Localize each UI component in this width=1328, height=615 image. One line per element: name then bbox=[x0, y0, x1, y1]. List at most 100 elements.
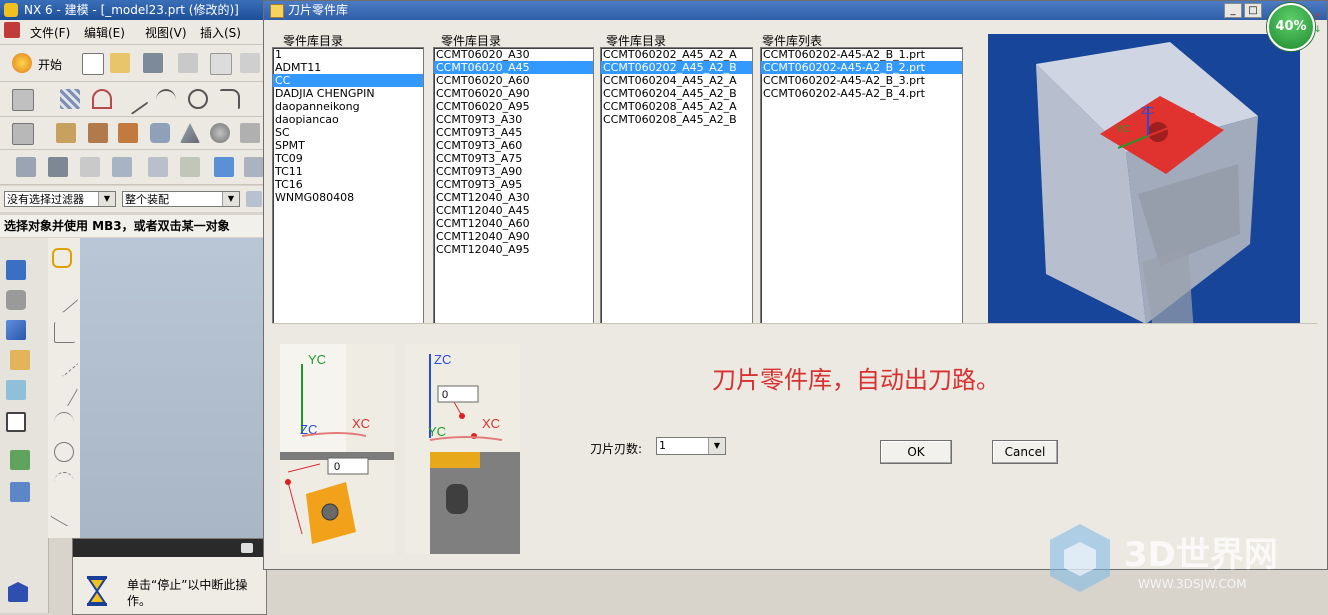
start-button[interactable]: 开始 bbox=[38, 56, 62, 73]
history-icon[interactable] bbox=[8, 582, 28, 602]
datum-icon[interactable] bbox=[12, 123, 34, 145]
tangent-line-icon[interactable] bbox=[49, 378, 79, 407]
offset-line-icon[interactable] bbox=[49, 348, 79, 377]
new-icon[interactable] bbox=[82, 53, 104, 75]
list-item[interactable]: CCMT09T3_A75 bbox=[434, 152, 593, 165]
copy-icon[interactable] bbox=[210, 53, 232, 75]
spline-tool-icon[interactable] bbox=[50, 498, 78, 527]
list-item[interactable]: CCMT06020_A90 bbox=[434, 87, 593, 100]
menu-file[interactable]: 文件(F) bbox=[30, 24, 70, 41]
shaded-icon[interactable] bbox=[6, 320, 26, 340]
move-feature-icon[interactable] bbox=[112, 157, 132, 177]
edge-count-select[interactable]: 1 ▼ bbox=[656, 437, 726, 455]
insert-grade-list[interactable]: CCMT060202_A45_A2_A CCMT060202_A45_A2_B CC… bbox=[600, 47, 753, 325]
list-item[interactable]: CCMT12040_A30 bbox=[434, 191, 593, 204]
line-icon[interactable] bbox=[119, 85, 149, 115]
arc-tool-icon[interactable] bbox=[54, 412, 74, 433]
list-item[interactable]: CCMT12040_A45 bbox=[434, 204, 593, 217]
select-all-icon[interactable] bbox=[246, 191, 262, 207]
list-item[interactable]: ADMT11 bbox=[273, 61, 423, 74]
cut-icon[interactable] bbox=[178, 53, 198, 73]
app-menu-icon[interactable] bbox=[4, 22, 20, 38]
edit-feature-icon[interactable] bbox=[16, 157, 36, 177]
list-item[interactable]: daopiancao bbox=[273, 113, 423, 126]
assembly-nav-icon[interactable] bbox=[10, 482, 30, 502]
minimize-button[interactable]: _ bbox=[1224, 3, 1242, 18]
layer-icon[interactable] bbox=[10, 350, 30, 370]
list-item[interactable]: WNMG080408 bbox=[273, 191, 423, 204]
list-item[interactable]: CCMT12040_A90 bbox=[434, 230, 593, 243]
revolve-icon[interactable] bbox=[88, 123, 108, 143]
list-item[interactable]: CCMT060204_A45_A2_B bbox=[601, 87, 752, 100]
type-filter-select[interactable]: 没有选择过滤器 ▼ bbox=[4, 191, 116, 207]
wcs-icon[interactable] bbox=[6, 380, 26, 400]
list-item[interactable]: CCMT09T3_A30 bbox=[434, 113, 593, 126]
dialog-titlebar[interactable]: 刀片零件库 _ □ bbox=[264, 1, 1327, 20]
chain-icon[interactable] bbox=[52, 248, 72, 268]
menu-insert[interactable]: 插入(S) bbox=[200, 24, 241, 41]
list-item[interactable]: 1 bbox=[273, 48, 423, 61]
spline-icon[interactable] bbox=[92, 89, 112, 109]
suppress-icon[interactable] bbox=[244, 157, 264, 177]
edit-param-icon[interactable] bbox=[48, 157, 68, 177]
library-directory-list[interactable]: 1 ADMT11 CC DADJIA CHENGPIN daopanneikong dao… bbox=[272, 47, 424, 325]
menu-view[interactable]: 视图(V) bbox=[145, 24, 187, 41]
cylinder-icon[interactable] bbox=[150, 123, 170, 143]
list-item[interactable]: CCMT060202_A45_A2_B bbox=[601, 61, 752, 74]
list-item[interactable]: SPMT bbox=[273, 139, 423, 152]
sketch-icon[interactable] bbox=[12, 89, 34, 111]
menu-edit[interactable]: 编辑(E) bbox=[84, 24, 125, 41]
list-item[interactable]: CCMT09T3_A90 bbox=[434, 165, 593, 178]
list-item[interactable]: CCMT060204_A45_A2_A bbox=[601, 74, 752, 87]
arc-icon[interactable] bbox=[156, 89, 176, 111]
list-item[interactable]: TC11 bbox=[273, 165, 423, 178]
save-icon[interactable] bbox=[143, 53, 163, 73]
list-item[interactable]: CCMT09T3_A95 bbox=[434, 178, 593, 191]
list-item[interactable]: CCMT09T3_A60 bbox=[434, 139, 593, 152]
line-tool-icon[interactable] bbox=[49, 284, 79, 313]
orient-view-icon[interactable] bbox=[6, 290, 26, 310]
window-icon[interactable] bbox=[6, 412, 26, 432]
list-item[interactable]: CC bbox=[273, 74, 423, 87]
list-item[interactable]: CCMT06020_A30 bbox=[434, 48, 593, 61]
list-item[interactable]: CCMT060208_A45_A2_B bbox=[601, 113, 752, 126]
sphere-icon[interactable] bbox=[210, 123, 230, 143]
list-item[interactable]: TC09 bbox=[273, 152, 423, 165]
list-item[interactable]: CCMT06020_A95 bbox=[434, 100, 593, 113]
list-item[interactable]: TC16 bbox=[273, 178, 423, 191]
ok-button[interactable]: OK bbox=[880, 440, 952, 464]
gear-icon[interactable] bbox=[80, 157, 100, 177]
ellipse-tool-icon[interactable] bbox=[54, 472, 74, 493]
playback-icon[interactable] bbox=[214, 157, 234, 177]
assembly-filter-select[interactable]: 整个装配 ▼ bbox=[122, 191, 240, 207]
axis-icon[interactable] bbox=[54, 322, 75, 343]
list-item[interactable]: CCMT060208_A45_A2_A bbox=[601, 100, 752, 113]
list-item[interactable]: CCMT12040_A60 bbox=[434, 217, 593, 230]
circle-icon[interactable] bbox=[188, 89, 208, 109]
replace-icon[interactable] bbox=[180, 157, 200, 177]
insert-series-list[interactable]: CCMT06020_A30 CCMT06020_A45 CCMT06020_A60 C… bbox=[433, 47, 594, 325]
circle-tool-icon[interactable] bbox=[54, 442, 74, 462]
list-item[interactable]: CCMT060202-A45-A2_B_4.prt bbox=[761, 87, 962, 100]
reorder-icon[interactable] bbox=[148, 157, 168, 177]
cancel-button[interactable]: Cancel bbox=[992, 440, 1058, 464]
list-item[interactable]: daopanneikong bbox=[273, 100, 423, 113]
block-icon[interactable] bbox=[118, 123, 138, 143]
minimize-icon[interactable] bbox=[241, 543, 253, 553]
list-item[interactable]: CCMT060202-A45-A2_B_2.prt bbox=[761, 61, 962, 74]
list-item[interactable]: CCMT06020_A45 bbox=[434, 61, 593, 74]
grid-icon[interactable] bbox=[60, 89, 80, 109]
graphics-window[interactable] bbox=[80, 238, 265, 538]
list-item[interactable]: SC bbox=[273, 126, 423, 139]
open-icon[interactable] bbox=[110, 53, 130, 73]
start-icon[interactable] bbox=[12, 53, 32, 73]
hole-icon[interactable] bbox=[240, 123, 260, 143]
fit-icon[interactable] bbox=[6, 260, 26, 280]
maximize-button[interactable]: □ bbox=[1244, 3, 1262, 18]
list-item[interactable]: CCMT12040_A95 bbox=[434, 243, 593, 256]
paste-icon[interactable] bbox=[240, 53, 260, 73]
part-file-list[interactable]: CCMT060202-A45-A2_B_1.prt CCMT060202-A45-… bbox=[760, 47, 963, 327]
cone-icon[interactable] bbox=[180, 123, 200, 143]
extrude-icon[interactable] bbox=[56, 123, 76, 143]
list-item[interactable]: CCMT06020_A60 bbox=[434, 74, 593, 87]
